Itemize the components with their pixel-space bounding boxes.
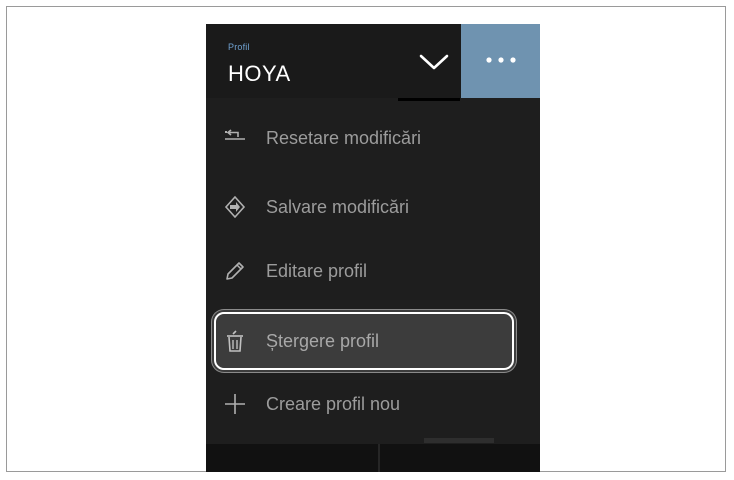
profile-name: HOYA [228,61,291,86]
menu-item-label: Editare profil [266,261,368,281]
menu-item-create-profile[interactable]: Creare profil nou [214,375,514,433]
plus-icon [224,393,246,415]
header-underline [398,98,460,101]
menu-item-delete-profile[interactable]: Ștergere profil [214,312,514,370]
menu-item-edit-profile[interactable]: Editare profil [214,242,514,300]
trash-icon [224,330,246,352]
pencil-icon [224,260,246,282]
save-icon [224,195,246,219]
more-options-button[interactable] [461,24,540,98]
menu-item-reset-changes[interactable]: Resetare modificări [214,109,514,167]
bottom-divider [378,444,380,472]
menu-item-save-changes[interactable]: Salvare modificări [214,178,514,236]
reset-icon [224,127,246,149]
chevron-down-icon[interactable] [418,50,450,74]
menu-item-label: Salvare modificări [266,197,410,217]
menu-item-label: Creare profil nou [266,394,401,414]
profile-caption: Profil [228,42,250,52]
profile-header: Profil HOYA [206,24,540,98]
more-dots-icon [486,57,516,63]
menu-item-label: Ștergere profil [266,331,380,351]
bottom-bar [206,444,540,472]
menu-item-label: Resetare modificări [266,128,422,148]
profile-menu-panel: Profil HOYA Resetare modificări Salvare … [206,24,540,472]
bottom-notch [424,438,494,443]
